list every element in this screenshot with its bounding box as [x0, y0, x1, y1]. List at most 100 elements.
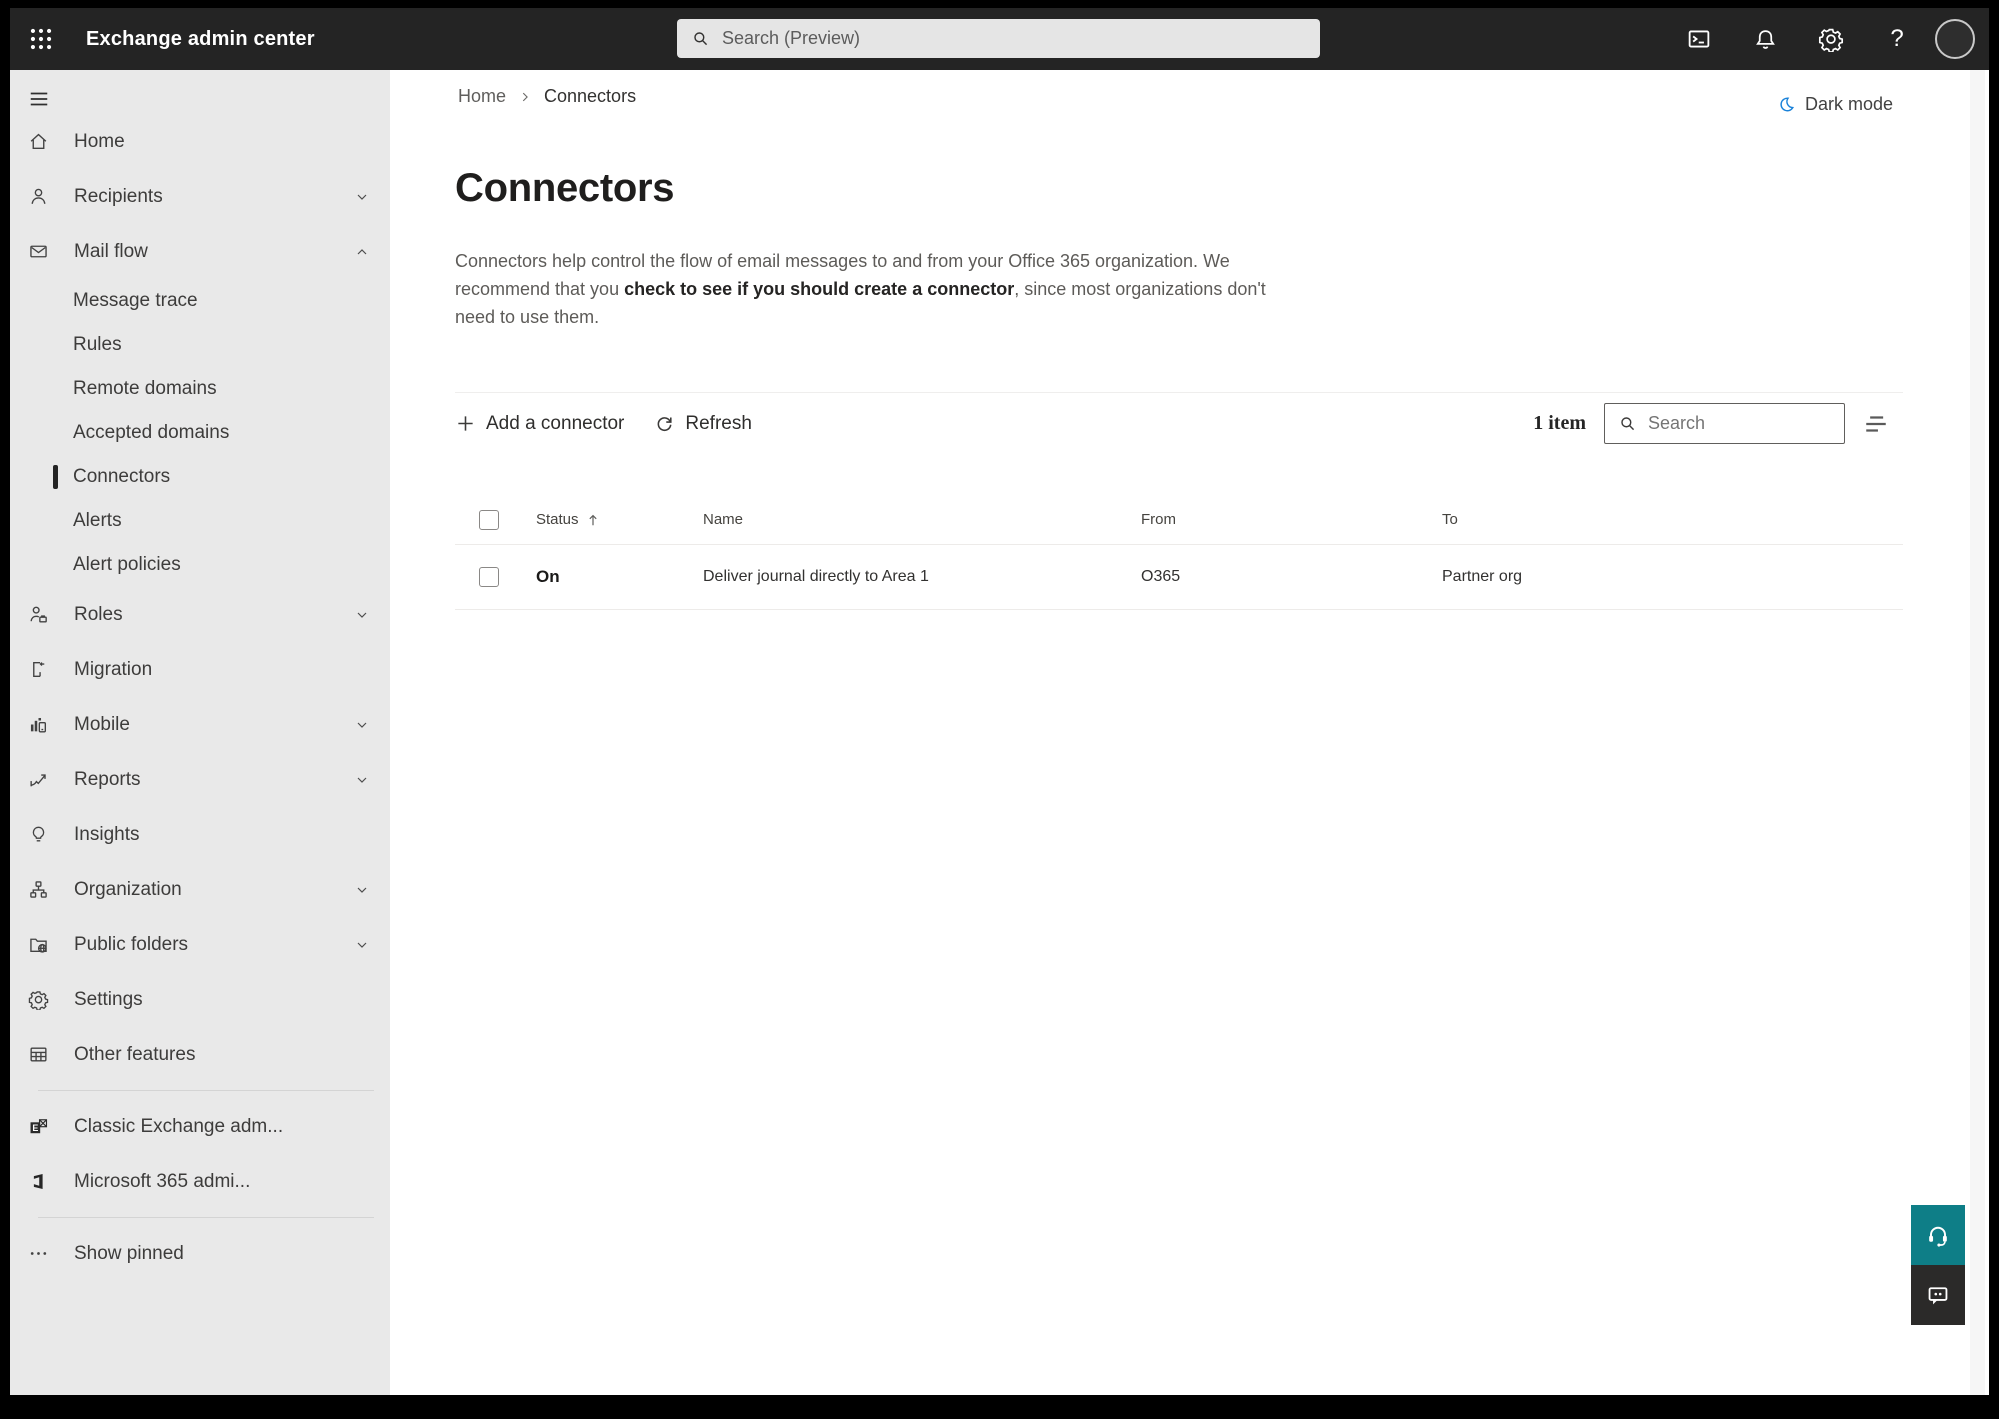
sidebar-item-label: Migration [74, 658, 153, 680]
sidebar-item-label: Other features [74, 1043, 196, 1065]
global-search-input[interactable] [722, 28, 1282, 49]
feedback-button[interactable] [1911, 1265, 1965, 1325]
collapse-nav-button[interactable] [10, 84, 390, 114]
hamburger-icon [28, 88, 50, 110]
global-search-box[interactable] [677, 19, 1320, 58]
exchange-logo-icon: E [28, 1116, 49, 1137]
sidebar-item-mobile[interactable]: Mobile [10, 697, 390, 752]
list-search-box[interactable] [1604, 403, 1845, 444]
refresh-icon [654, 413, 675, 434]
row-checkbox[interactable] [479, 567, 499, 587]
sidebar-item-microsoft-365-admin[interactable]: Microsoft 365 admi... [10, 1154, 390, 1209]
list-search-input[interactable] [1648, 413, 1818, 434]
org-chart-icon [28, 879, 49, 900]
row-from: O365 [1141, 568, 1181, 585]
sidebar-item-public-folders[interactable]: Public folders [10, 917, 390, 972]
chevron-down-icon [354, 717, 370, 733]
sidebar-item-label: Insights [74, 823, 140, 845]
left-navigation: Home Recipients Mail flow Message trace [10, 70, 390, 1395]
chevron-down-icon [354, 772, 370, 788]
sidebar-item-organization[interactable]: Organization [10, 862, 390, 917]
sidebar-item-roles[interactable]: Roles [10, 587, 390, 642]
office-365-logo-icon [28, 1171, 49, 1192]
select-all-checkbox[interactable] [479, 509, 499, 530]
sidebar-item-label: Connectors [73, 466, 171, 487]
sidebar-item-label: Classic Exchange adm... [74, 1115, 284, 1137]
add-connector-button[interactable]: Add a connector [455, 413, 624, 435]
powershell-button[interactable] [1675, 15, 1723, 63]
column-header-from[interactable]: From [1141, 511, 1442, 528]
sidebar-item-label: Show pinned [74, 1242, 184, 1264]
sidebar-item-label: Public folders [74, 933, 189, 955]
row-name[interactable]: Deliver journal directly to Area 1 [703, 568, 1141, 586]
column-header-to[interactable]: To [1442, 511, 1903, 528]
main-content: Home Connectors Dark mode Connectors Con… [390, 70, 1989, 1395]
sidebar-item-label: Message trace [73, 290, 198, 311]
folder-globe-icon [28, 934, 49, 955]
notifications-button[interactable] [1741, 15, 1789, 63]
toolbar-divider [455, 392, 1903, 393]
app-title: Exchange admin center [86, 27, 315, 50]
sidebar-item-label: Settings [74, 988, 143, 1010]
sidebar-item-accepted-domains[interactable]: Accepted domains [10, 411, 390, 455]
document-arrow-icon [28, 659, 49, 680]
chart-phone-icon [28, 714, 49, 735]
chevron-up-icon [354, 244, 370, 260]
sidebar-item-alert-policies[interactable]: Alert policies [10, 543, 390, 587]
row-status: On [536, 567, 560, 586]
refresh-label: Refresh [685, 412, 752, 434]
gear-icon [28, 989, 49, 1010]
sidebar-item-migration[interactable]: Migration [10, 642, 390, 697]
table-row[interactable]: On Deliver journal directly to Area 1 O3… [455, 545, 1903, 610]
sidebar-item-settings[interactable]: Settings [10, 972, 390, 1027]
sidebar-item-label: Microsoft 365 admi... [74, 1170, 251, 1192]
bell-icon [1753, 27, 1778, 52]
filter-icon[interactable] [1863, 411, 1889, 437]
column-header-status[interactable]: Status [536, 511, 703, 528]
app-launcher-button[interactable] [18, 15, 64, 63]
table-header-row: Status Name From To [455, 495, 1903, 545]
sidebar-item-label: Accepted domains [73, 422, 230, 443]
refresh-button[interactable]: Refresh [654, 413, 752, 435]
sidebar-item-insights[interactable]: Insights [10, 807, 390, 862]
sidebar-item-label: Mail flow [74, 240, 148, 262]
plus-icon [455, 413, 476, 434]
search-icon [1618, 414, 1637, 433]
breadcrumb: Home Connectors [458, 86, 636, 107]
sidebar-item-label: Mobile [74, 713, 130, 735]
exchange-admin-center-window: Exchange admin center Search (Preview) ?… [10, 8, 1989, 1395]
chevron-down-icon [354, 189, 370, 205]
sidebar-item-connectors[interactable]: Connectors [10, 455, 390, 499]
sidebar-item-alerts[interactable]: Alerts [10, 499, 390, 543]
sidebar-item-show-pinned[interactable]: Show pinned [10, 1226, 390, 1281]
account-avatar[interactable] [1935, 19, 1975, 59]
chevron-right-icon [518, 90, 532, 104]
sidebar-item-remote-domains[interactable]: Remote domains [10, 367, 390, 411]
column-header-name[interactable]: Name [703, 511, 1141, 528]
sidebar-item-rules[interactable]: Rules [10, 323, 390, 367]
page-title: Connectors [455, 166, 675, 210]
sidebar-item-message-trace[interactable]: Message trace [10, 279, 390, 323]
sidebar-item-mail-flow[interactable]: Mail flow [10, 224, 390, 279]
help-button[interactable]: ? [1873, 15, 1921, 63]
settings-button[interactable] [1807, 15, 1855, 63]
sidebar-item-classic-exchange-admin[interactable]: E Classic Exchange adm... [10, 1099, 390, 1154]
line-chart-icon [28, 769, 49, 790]
breadcrumb-home-link[interactable]: Home [458, 86, 506, 107]
chevron-down-icon [354, 937, 370, 953]
moon-icon [1777, 95, 1796, 114]
dark-mode-toggle[interactable]: Dark mode [1777, 94, 1893, 115]
sidebar-item-home[interactable]: Home [10, 114, 390, 169]
sidebar-item-reports[interactable]: Reports [10, 752, 390, 807]
person-briefcase-icon [28, 604, 49, 625]
list-toolbar: Add a connector Refresh 1 item [455, 403, 1903, 444]
support-button[interactable] [1911, 1205, 1965, 1265]
sidebar-item-label: Home [74, 130, 125, 152]
sidebar-item-recipients[interactable]: Recipients [10, 169, 390, 224]
selected-indicator [53, 465, 58, 489]
vertical-scrollbar[interactable] [1970, 70, 1985, 1395]
description-link[interactable]: check to see if you should create a conn… [624, 279, 1014, 299]
chevron-down-icon [354, 882, 370, 898]
headset-icon [1925, 1222, 1951, 1248]
sidebar-item-other-features[interactable]: Other features [10, 1027, 390, 1082]
